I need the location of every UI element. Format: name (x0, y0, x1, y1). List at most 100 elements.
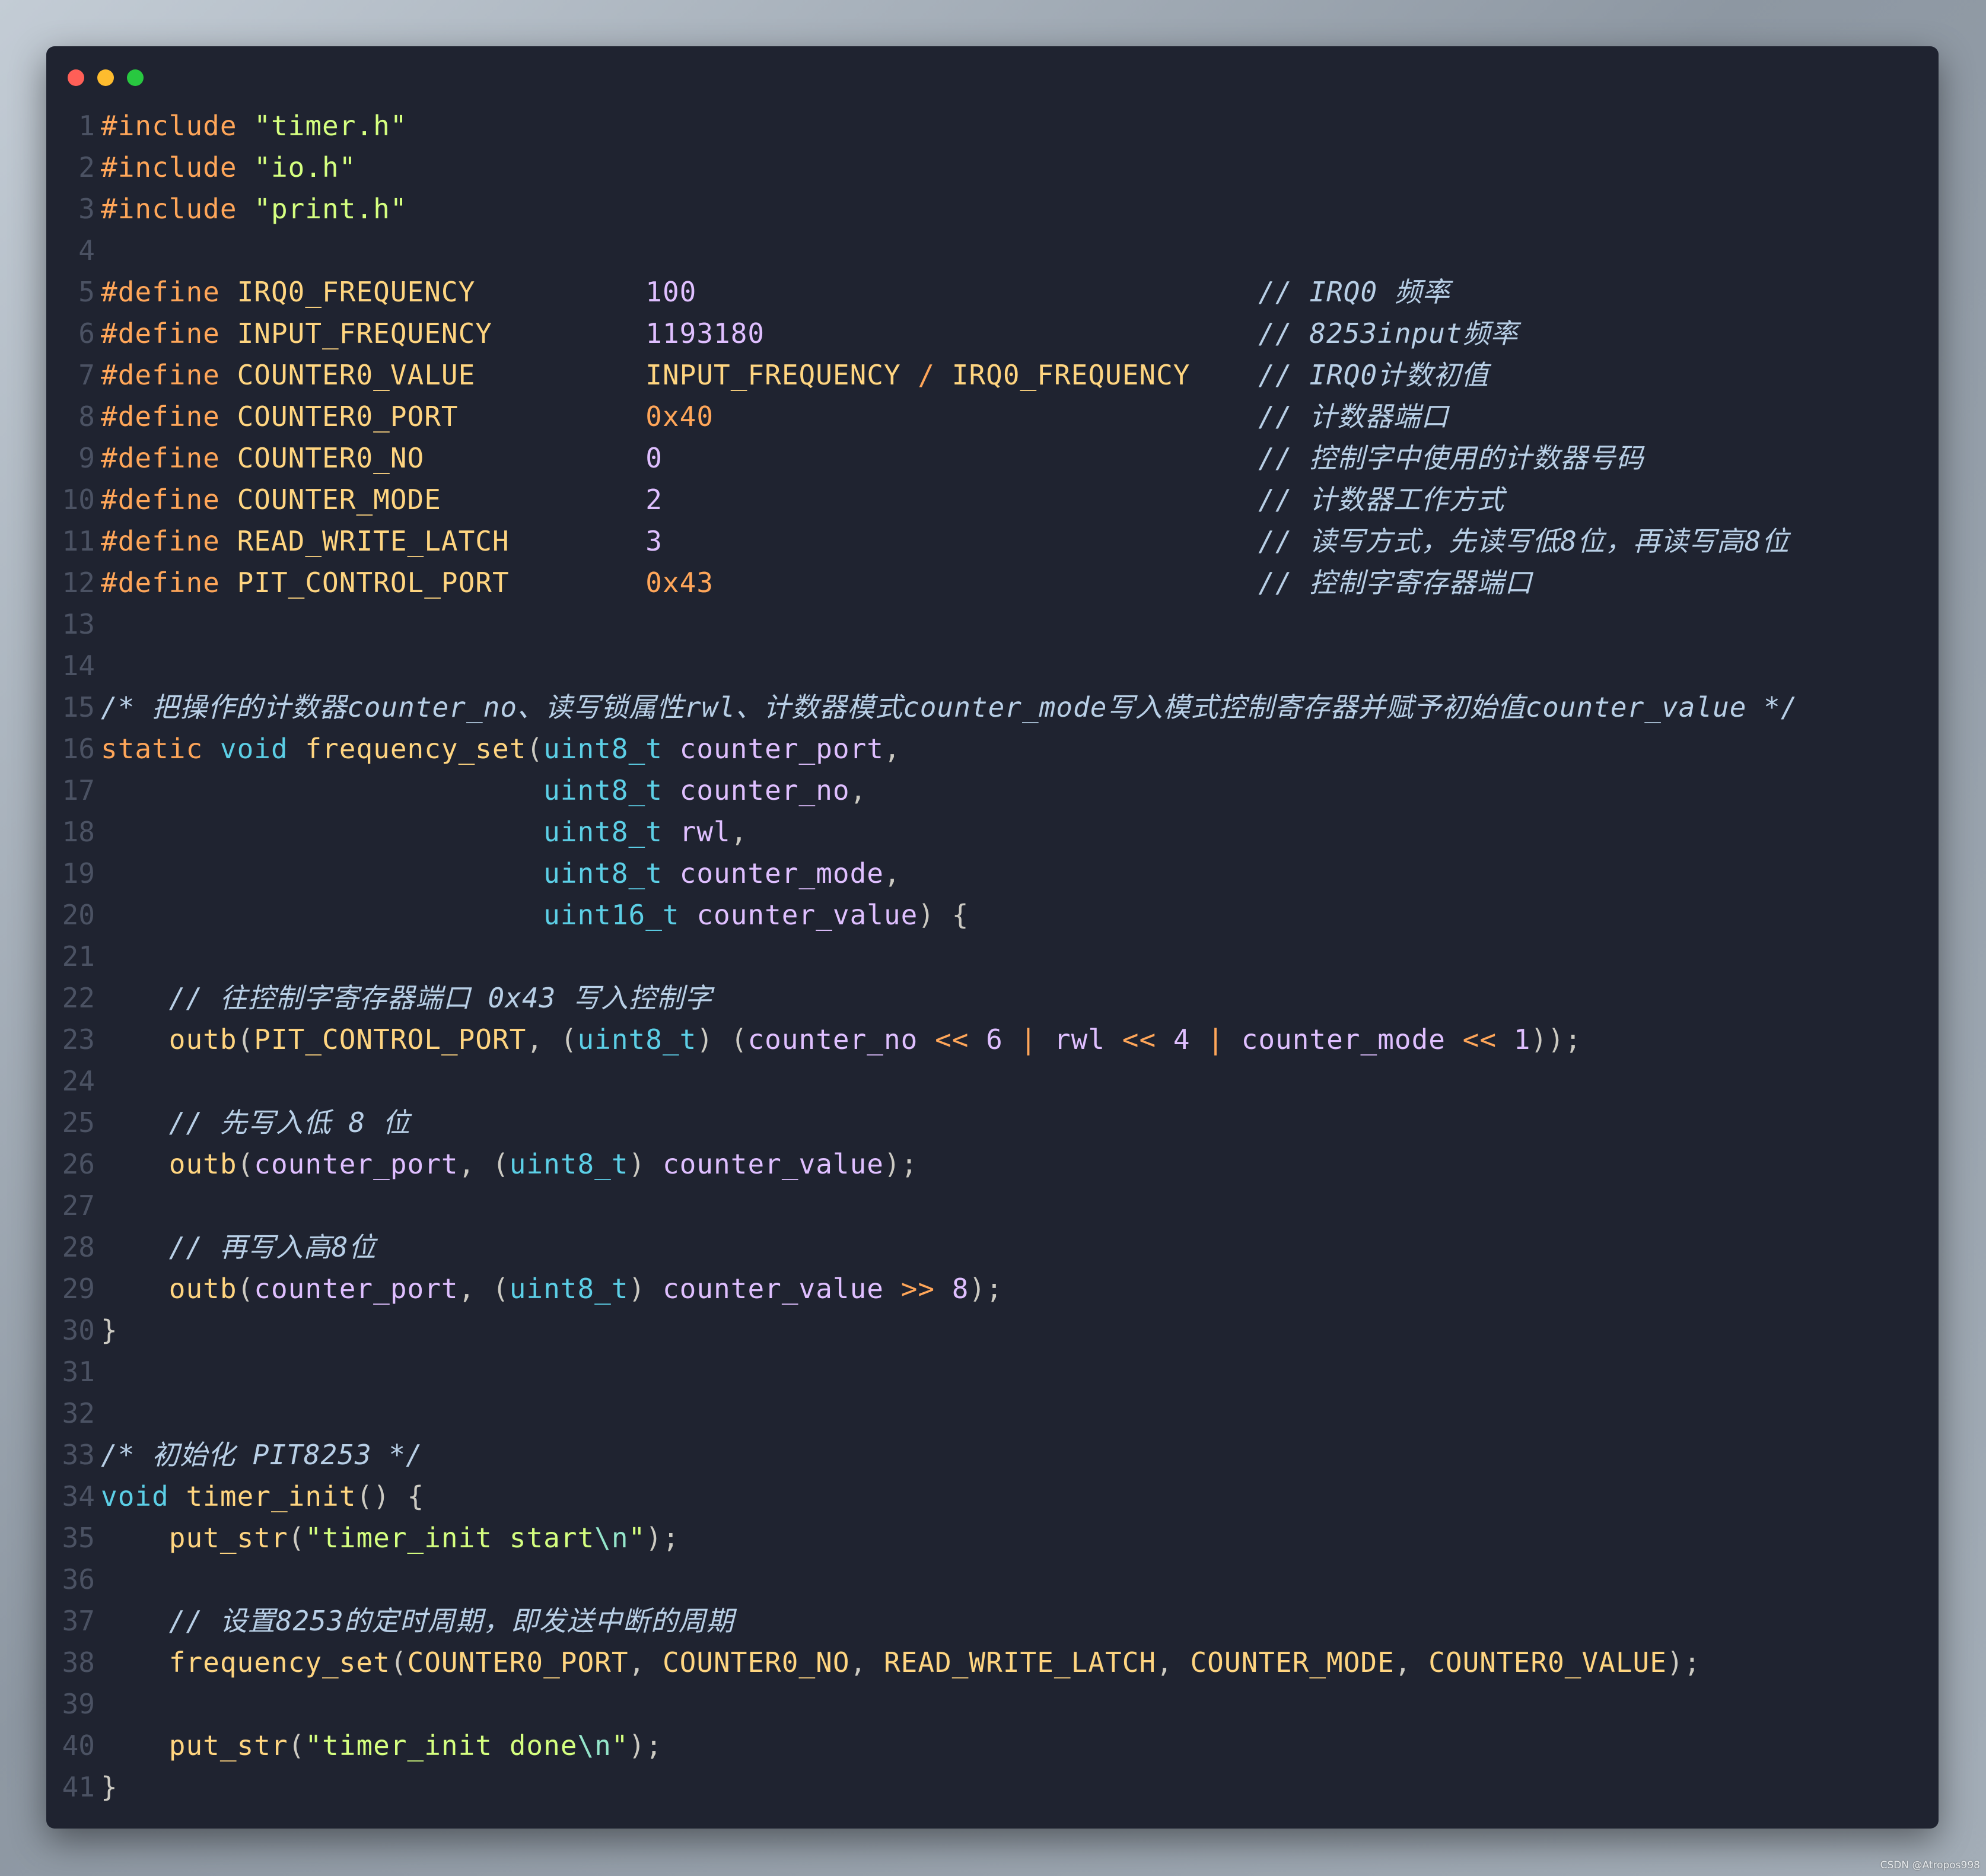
code-token-type: uint8_t (543, 733, 663, 765)
code-token-punc: , (628, 1646, 663, 1678)
code-text: uint8_t counter_mode, (101, 853, 901, 894)
code-token-punc: ( (288, 1729, 305, 1761)
code-token-type: uint8_t (509, 1273, 629, 1305)
code-token-mac: IRQ0_FREQUENCY (237, 276, 476, 308)
code-text: #include "io.h" (101, 147, 356, 188)
code-line: 25 // 先写入低 8 位 (46, 1102, 1939, 1143)
line-number: 17 (62, 774, 95, 806)
code-token-type: uint8_t (543, 816, 663, 848)
code-line: 16 static void frequency_set(uint8_t coun… (46, 728, 1939, 770)
code-line: 2 #include "io.h" (46, 147, 1939, 188)
line-number: 26 (62, 1148, 95, 1180)
code-text: void timer_init() { (101, 1476, 424, 1517)
line-number: 14 (62, 650, 95, 682)
code-token-mac: COUNTER0_NO (237, 442, 425, 474)
maximize-button[interactable] (127, 69, 144, 86)
code-token-punc: ) (628, 1148, 663, 1180)
code-line: 19 uint8_t counter_mode, (46, 853, 1939, 894)
minimize-button[interactable] (97, 69, 114, 86)
code-token-p (101, 1522, 169, 1554)
code-line: 13 (46, 603, 1939, 645)
close-button[interactable] (68, 69, 84, 86)
code-token-hex: 0x40 (645, 400, 714, 433)
code-line: 10 #define COUNTER_MODE 2 // 计数器工作方式 (46, 479, 1939, 520)
code-token-type: uint8_t (543, 774, 663, 806)
code-token-type: uint16_t (543, 899, 680, 931)
code-line: 20 uint16_t counter_value) { (46, 894, 1939, 936)
line-number: 41 (62, 1771, 95, 1803)
code-token-cmt: // 控制字寄存器端口 (1258, 567, 1533, 599)
code-token-cmt: /* 初始化 PIT8253 */ (101, 1439, 423, 1471)
code-line: 8 #define COUNTER0_PORT 0x40 // 计数器端口 (46, 396, 1939, 437)
code-text: #define COUNTER_MODE 2 // 计数器工作方式 (101, 479, 1504, 520)
code-token-punc: ); (1666, 1646, 1701, 1678)
line-number: 31 (62, 1356, 95, 1388)
code-token-p (475, 359, 645, 391)
code-token-type: void (101, 1480, 169, 1512)
line-number: 19 (62, 857, 95, 889)
code-token-fn: timer_init (186, 1480, 357, 1512)
code-token-p (424, 442, 645, 474)
code-token-kw: #include (101, 193, 237, 225)
code-token-str: " (628, 1522, 646, 1554)
code-token-p (101, 1605, 169, 1637)
code-token-p (696, 276, 1258, 308)
code-token-p (714, 567, 1258, 599)
code-token-str: "timer.h" (254, 110, 408, 142)
code-token-punc: , (883, 857, 901, 889)
code-text: frequency_set(COUNTER0_PORT, COUNTER0_NO… (101, 1642, 1701, 1683)
code-text: // 再写入高8位 (101, 1226, 377, 1268)
code-token-fn: put_str (168, 1522, 288, 1554)
code-line: 35 put_str("timer_init start\n"); (46, 1517, 1939, 1559)
code-text: #define READ_WRITE_LATCH 3 // 读写方式，先读写低8… (101, 520, 1790, 562)
code-token-mac: COUNTER0_VALUE (237, 359, 476, 391)
code-line: 15/* 把操作的计数器counter_no、读写锁属性rwl、计数器模式cou… (46, 686, 1939, 728)
code-token-cmt: // 8253input频率 (1258, 317, 1519, 349)
code-window: 1 #include "timer.h" 2 #include "io.h" 3 #inc… (46, 46, 1939, 1829)
code-token-cmt: // 读写方式，先读写低8位，再读写高8位 (1258, 525, 1790, 557)
code-token-var: counter_mode (679, 857, 884, 889)
code-token-p (459, 400, 646, 433)
code-text: static void frequency_set(uint8_t counte… (101, 728, 901, 770)
window-controls (68, 69, 144, 86)
code-token-punc: ); (628, 1729, 663, 1761)
code-text: #include "print.h" (101, 188, 408, 230)
code-token-esc: \n (577, 1729, 612, 1761)
code-line: 34 void timer_init() { (46, 1476, 1939, 1517)
line-number: 32 (62, 1397, 95, 1429)
code-token-var: counter_port (679, 733, 884, 765)
line-number: 23 (62, 1023, 95, 1055)
code-line: 11 #define READ_WRITE_LATCH 3 // 读写方式，先读写… (46, 520, 1939, 562)
code-token-fn: frequency_set (168, 1646, 390, 1678)
code-token-var: counter_port (254, 1148, 459, 1180)
code-line: 18 uint8_t rwl, (46, 811, 1939, 853)
line-number: 16 (62, 733, 95, 765)
code-token-p (237, 193, 254, 225)
code-token-var: counter_no (747, 1023, 918, 1055)
code-token-var: counter_value (662, 1148, 884, 1180)
code-token-num: 6 (986, 1023, 1003, 1055)
code-token-kw: #define (101, 525, 220, 557)
line-number: 2 (78, 151, 95, 183)
code-token-var: counter_value (662, 1273, 884, 1305)
code-token-kw: #define (101, 484, 220, 516)
code-token-type: uint8_t (509, 1148, 629, 1180)
line-number: 7 (78, 359, 95, 391)
line-number: 12 (62, 567, 95, 599)
code-token-p (101, 899, 543, 931)
code-token-op: >> (884, 1273, 952, 1305)
code-token-var: counter_no (679, 774, 850, 806)
code-token-type: uint8_t (577, 1023, 697, 1055)
code-line: 7 #define COUNTER0_VALUE INPUT_FREQUENCY … (46, 354, 1939, 396)
line-number: 18 (62, 816, 95, 848)
code-editor[interactable]: 1 #include "timer.h" 2 #include "io.h" 3 #inc… (46, 105, 1939, 1808)
code-token-p (101, 1106, 169, 1139)
code-token-punc: ( (526, 733, 544, 765)
code-token-fn: outb (168, 1023, 237, 1055)
code-token-p (101, 774, 543, 806)
code-token-p (220, 276, 237, 308)
code-token-op: << (918, 1023, 986, 1055)
code-token-kw: #define (101, 442, 220, 474)
code-text: uint16_t counter_value) { (101, 894, 969, 936)
code-token-punc: ); (969, 1273, 1003, 1305)
